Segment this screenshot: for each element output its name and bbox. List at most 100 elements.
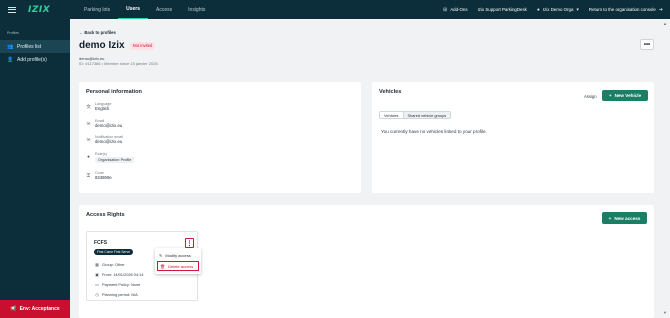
delete-access-menu-item[interactable]: 🗑 Delete access	[157, 261, 199, 271]
assign-link[interactable]: Assign	[584, 94, 597, 99]
new-access-button[interactable]: + New access	[602, 212, 647, 224]
access-right-item: FCFS First Come First Serve ▦ Group: Oth…	[86, 231, 201, 301]
sidebar-section-title: Profiles	[7, 31, 19, 35]
info-row-notification-email: ✉ Notification email demo@izix.eu	[86, 135, 124, 145]
main-nav: Parking lots Users Access Insights	[76, 0, 213, 19]
access-context-menu: ✎ Modify access 🗑 Delete access	[155, 248, 201, 274]
access-from-row: ▣ From: 14/01/2026 04:14	[95, 272, 144, 277]
return-label: Return to the organisation console	[588, 7, 656, 12]
more-options-button[interactable]: •••	[640, 39, 654, 50]
person-icon: ●	[536, 6, 540, 13]
sidebar-item-profiles-list[interactable]: 👥 Profiles list	[0, 40, 70, 53]
access-rights-card: Access Rights + New access FCFS First Co…	[79, 205, 654, 318]
mail-icon: ✉	[86, 121, 91, 126]
plus-icon: +	[608, 93, 612, 98]
addons-label: Add-Ons	[450, 7, 468, 12]
new-vehicle-button[interactable]: + New Vehicle	[602, 90, 648, 101]
person-icon: ●	[87, 154, 90, 159]
sidebar: Profiles 👥 Profiles list 👤 Add profile(s…	[0, 19, 70, 318]
tab-vehicles[interactable]: Vehicles	[380, 112, 404, 118]
access-payment: Payment Policy: None	[102, 282, 141, 287]
tab-shared-vehicle-groups[interactable]: Shared vehicle groups	[403, 112, 451, 118]
profile-meta: ID: #117386 • Member since 15 janvier 20…	[79, 61, 158, 66]
users-icon: 👥	[7, 43, 14, 50]
card-title: Vehicles	[379, 89, 402, 95]
plus-icon: +	[608, 215, 612, 221]
info-value: English	[95, 106, 110, 112]
personal-information-card: Personal information 文 Language English …	[79, 82, 361, 193]
modify-access-menu-item[interactable]: ✎ Modify access	[155, 250, 201, 260]
back-to-profiles-link[interactable]: ← Back to profiles	[79, 30, 116, 35]
access-payment-row: ▭ Payment Policy: None	[95, 282, 140, 287]
key-icon: ⚿	[86, 173, 91, 178]
top-navigation-bar: IZIX Parking lots Users Access Insights …	[0, 0, 670, 19]
new-vehicle-label: New Vehicle	[614, 93, 642, 98]
add-user-icon: 👤	[7, 56, 14, 63]
clock-icon: ◷	[95, 292, 99, 297]
new-access-label: New access	[614, 215, 641, 221]
nav-access[interactable]: Access	[148, 0, 180, 19]
empty-vehicles-message: You currently have no vehicles linked to…	[381, 129, 487, 134]
more-horizontal-icon: •••	[643, 41, 651, 48]
info-label: Role(s)	[95, 152, 107, 156]
arrow-right-icon: ➔	[658, 6, 663, 13]
environment-banner: 📢 Env: Acceptance	[0, 300, 70, 318]
environment-label: Env: Acceptance	[19, 306, 60, 312]
more-vertical-icon: ⋮	[186, 240, 193, 247]
nav-parking-lots[interactable]: Parking lots	[76, 0, 118, 19]
card-title: Personal information	[86, 89, 142, 95]
addons-button[interactable]: ⊞ Add-Ons	[443, 7, 468, 13]
access-planning: Planning period: N/A	[102, 292, 138, 297]
scroll-down-arrow[interactable]: ▼	[663, 310, 667, 315]
access-options-button[interactable]: ⋮	[185, 238, 194, 248]
page-title: demo Izix	[79, 40, 125, 51]
support-link[interactable]: Izix Support ParkingDesk	[478, 7, 527, 12]
menu-icon[interactable]	[8, 6, 16, 13]
info-value: demo@izix.eu	[95, 139, 123, 145]
access-from: From: 14/01/2026 04:14	[102, 272, 144, 277]
nav-users[interactable]: Users	[118, 0, 149, 19]
sidebar-item-label: Profiles list	[17, 43, 42, 50]
info-value: 834869e	[95, 175, 112, 181]
support-label: Izix Support ParkingDesk	[477, 7, 527, 12]
scroll-up-arrow[interactable]: ▲	[663, 21, 667, 26]
org-label: Izix Demo Orga	[542, 7, 574, 12]
access-group: Group: Other	[102, 262, 125, 267]
role-chip: Organisation Profile	[95, 157, 135, 164]
card-title: Access Rights	[86, 212, 125, 218]
top-right-actions: ⊞ Add-Ons Izix Support ParkingDesk ● Izi…	[443, 7, 663, 13]
modify-access-label: Modify access	[165, 252, 191, 258]
megaphone-icon: 📢	[10, 306, 17, 312]
logo[interactable]: IZIX	[28, 5, 60, 15]
org-switcher[interactable]: ● Izix Demo Orga ▾	[537, 7, 579, 13]
trash-icon: 🗑	[160, 263, 166, 269]
nav-insights[interactable]: Insights	[180, 0, 213, 19]
pencil-icon: ✎	[159, 252, 163, 258]
access-type-badge: First Come First Serve	[94, 249, 133, 255]
language-icon: 文	[86, 104, 91, 109]
sidebar-item-add-profiles[interactable]: 👤 Add profile(s)	[0, 53, 70, 66]
access-name: FCFS	[94, 240, 108, 246]
return-to-console-link[interactable]: Return to the organisation console ➔	[589, 7, 663, 13]
payment-icon: ▭	[95, 282, 99, 287]
mail-icon: ✉	[86, 137, 91, 142]
vehicle-tabs: Vehicles Shared vehicle groups	[379, 111, 452, 119]
chevron-down-icon: ▾	[576, 6, 579, 13]
sidebar-item-label: Add profile(s)	[17, 56, 47, 63]
info-row-roles: ● Role(s) Organisation Profile	[86, 152, 135, 164]
title-row: demo Izix Not invited	[79, 40, 156, 51]
info-row-language: 文 Language English	[86, 102, 111, 111]
back-label: Back to profiles	[84, 30, 116, 35]
arrow-left-icon: ←	[79, 30, 84, 35]
calendar-icon: ▣	[95, 272, 99, 277]
main-content: ← Back to profiles demo Izix Not invited…	[70, 19, 670, 318]
info-row-email: ✉ Email demo@izix.eu	[86, 119, 123, 129]
access-planning-row: ◷ Planning period: N/A	[95, 292, 138, 297]
group-icon: ▦	[95, 262, 99, 267]
info-row-code: ⚿ Code 834869e	[86, 171, 112, 180]
access-group-row: ▦ Group: Other	[95, 262, 125, 267]
status-badge: Not invited	[129, 41, 156, 50]
grid-icon: ⊞	[443, 6, 448, 13]
vehicles-card: Vehicles Assign + New Vehicle Vehicles S…	[372, 82, 654, 193]
info-value: demo@izix.eu	[95, 123, 123, 129]
